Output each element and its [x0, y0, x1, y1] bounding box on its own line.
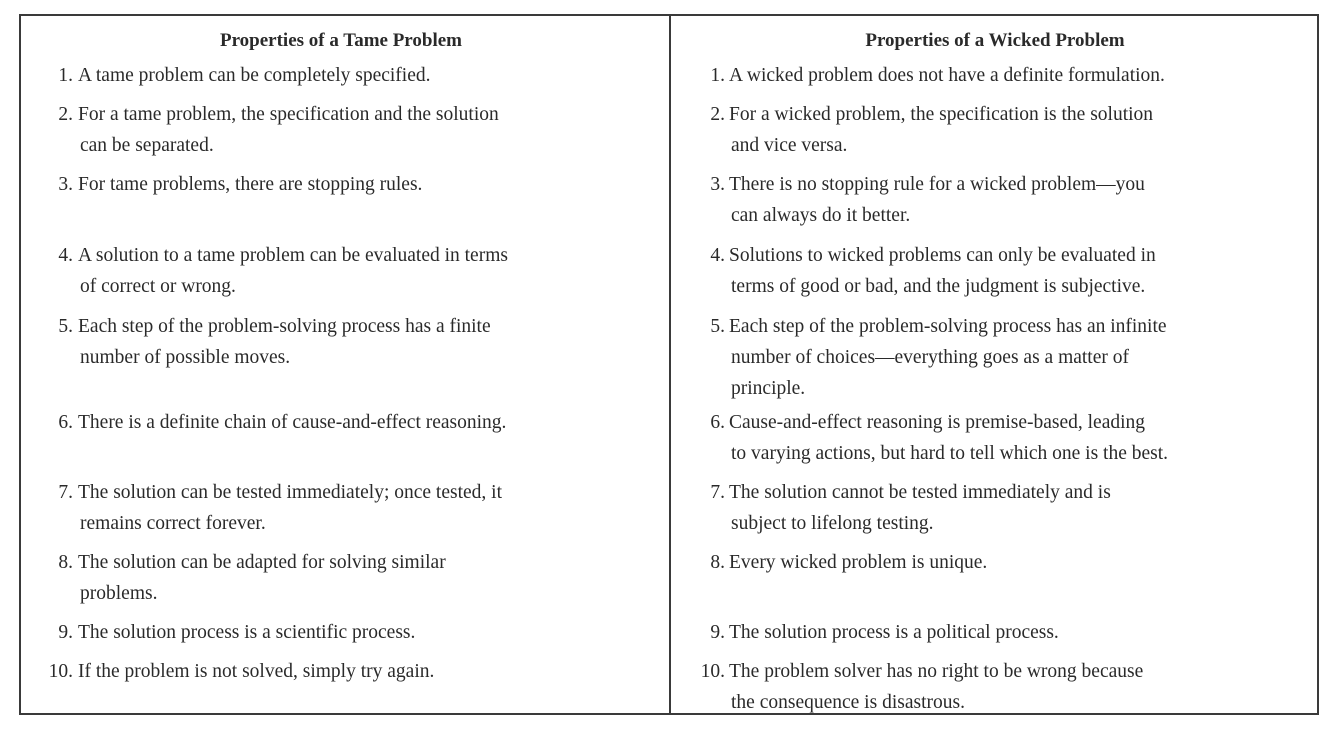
item-number: 3. [58, 174, 73, 195]
item-text-line: The solution process is a political proc… [729, 622, 1059, 643]
item-text-line: subject to lifelong testing. [731, 513, 934, 534]
item-text-line: and vice versa. [731, 135, 848, 156]
item-text: For a wicked problem, the specification … [729, 99, 1153, 161]
item-number: 1. [710, 65, 725, 86]
item-text-line: Each step of the problem-solving process… [729, 316, 1167, 337]
item-text: There is a definite chain of cause-and-e… [78, 407, 506, 438]
item-text-line: Solutions to wicked problems can only be… [729, 245, 1156, 266]
item-text-line: principle. [731, 378, 806, 399]
item-text-line: to varying actions, but hard to tell whi… [731, 443, 1169, 464]
item-text: A tame problem can be completely specifi… [78, 60, 431, 91]
item-text-line: The solution cannot be tested immediatel… [729, 482, 1111, 503]
item-text-line: The solution can be adapted for solving … [78, 552, 446, 573]
item-number: 7. [710, 482, 725, 503]
item-text: Each step of the problem-solving process… [729, 311, 1167, 404]
tame-column-header: Properties of a Tame Problem [219, 30, 463, 51]
item-number: 5. [710, 316, 725, 337]
item-text-line: There is no stopping rule for a wicked p… [729, 174, 1145, 195]
item-text: A wicked problem does not have a definit… [729, 60, 1165, 91]
item-number: 10. [700, 661, 725, 682]
item-number: 8. [58, 552, 73, 573]
item-text-line: A tame problem can be completely specifi… [78, 65, 431, 86]
item-text: Cause-and-effect reasoning is premise-ba… [729, 407, 1168, 469]
item-number: 9. [58, 622, 73, 643]
item-text: Every wicked problem is unique. [729, 547, 987, 578]
item-text-line: terms of good or bad, and the judgment i… [731, 276, 1146, 297]
item-number: 10. [48, 661, 73, 682]
item-text-line: remains correct forever. [80, 513, 266, 534]
item-text-line: Each step of the problem-solving process… [78, 316, 491, 337]
item-number: 4. [58, 245, 73, 266]
item-text: A solution to a tame problem can be eval… [78, 240, 508, 302]
item-text-line: The solution can be tested immediately; … [78, 482, 503, 503]
item-text-line: If the problem is not solved, simply try… [78, 661, 435, 682]
item-number: 9. [710, 622, 725, 643]
wicked-column-header: Properties of a Wicked Problem [865, 30, 1125, 51]
comparison-table: Properties of a Tame Problem 1. A tame pr… [19, 14, 1319, 715]
item-text: If the problem is not solved, simply try… [78, 656, 434, 687]
item-number: 1. [58, 65, 73, 86]
item-text-line: number of choices—everything goes as a m… [731, 347, 1129, 368]
item-number: 6. [710, 412, 725, 433]
item-text-line: Every wicked problem is unique. [729, 552, 988, 573]
item-number: 2. [710, 104, 725, 125]
item-text-line: For a wicked problem, the specification … [729, 104, 1154, 125]
item-text: The solution process is a scientific pro… [78, 617, 415, 648]
item-text-line: Cause-and-effect reasoning is premise-ba… [729, 412, 1146, 433]
item-text: Solutions to wicked problems can only be… [729, 240, 1156, 302]
item-number: 5. [58, 316, 73, 337]
item-text: The problem solver has no right to be wr… [729, 656, 1143, 718]
item-number: 2. [58, 104, 73, 125]
item-number: 7. [58, 482, 73, 503]
item-text-line: For a tame problem, the specification an… [78, 104, 499, 125]
item-text: The solution process is a political proc… [729, 617, 1059, 648]
item-text-line: problems. [80, 583, 158, 604]
item-text-line: A solution to a tame problem can be eval… [78, 245, 508, 266]
tame-column: Properties of a Tame Problem 1. A tame pr… [21, 16, 669, 713]
item-text-line: can be separated. [80, 135, 214, 156]
wicked-column: Properties of a Wicked Problem 1. A wicke… [671, 16, 1319, 713]
item-text: The solution can be adapted for solving … [78, 547, 446, 609]
item-text-line: A wicked problem does not have a definit… [729, 65, 1165, 86]
item-text-line: There is a definite chain of cause-and-e… [78, 412, 507, 433]
item-number: 4. [710, 245, 725, 266]
item-text-line: For tame problems, there are stopping ru… [78, 174, 423, 195]
item-text: For tame problems, there are stopping ru… [78, 169, 422, 200]
item-text-line: The problem solver has no right to be wr… [729, 661, 1144, 682]
item-text-line: can always do it better. [731, 205, 911, 226]
item-text-line: number of possible moves. [80, 347, 291, 368]
item-text: The solution can be tested immediately; … [78, 477, 502, 539]
item-text-line: the consequence is disastrous. [731, 692, 965, 713]
item-text: The solution cannot be tested immediatel… [729, 477, 1111, 539]
item-number: 8. [710, 552, 725, 573]
item-number: 3. [710, 174, 725, 195]
item-text: For a tame problem, the specification an… [78, 99, 499, 161]
item-text: There is no stopping rule for a wicked p… [729, 169, 1145, 231]
item-number: 6. [58, 412, 73, 433]
item-text-line: of correct or wrong. [80, 276, 236, 297]
item-text: Each step of the problem-solving process… [78, 311, 491, 373]
item-text-line: The solution process is a scientific pro… [78, 622, 416, 643]
